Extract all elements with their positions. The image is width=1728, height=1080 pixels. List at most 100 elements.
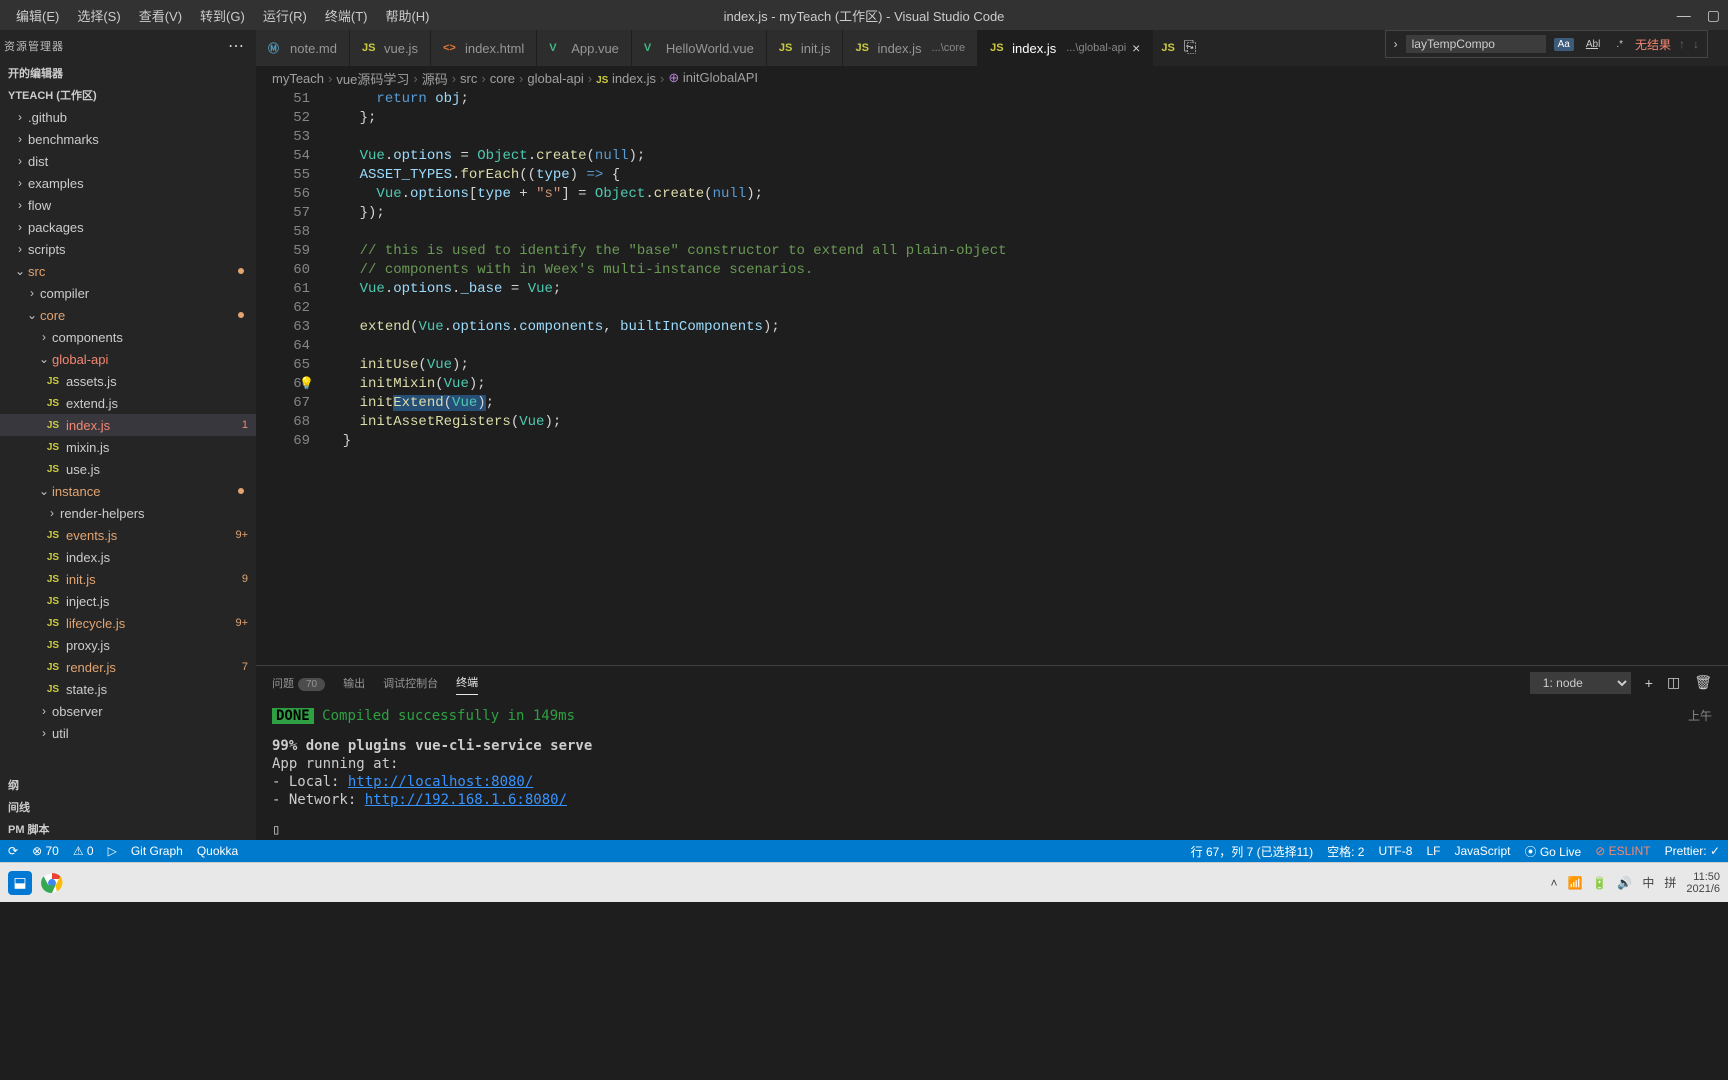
folder-examples[interactable]: ›examples <box>0 172 256 194</box>
timeline-header[interactable]: 间线 <box>0 796 256 818</box>
tab-index-js[interactable]: JSindex.js...\global-api× <box>978 30 1153 66</box>
folder-github[interactable]: ›.github <box>0 106 256 128</box>
panel-tab-terminal[interactable]: 终端 <box>456 670 478 695</box>
wifi-icon[interactable]: 📶 <box>1567 876 1582 890</box>
breadcrumb-item[interactable]: vue源码学习 <box>336 69 409 88</box>
terminal-selector[interactable]: 1: node <box>1530 672 1631 694</box>
npm-scripts-header[interactable]: PM 脚本 <box>0 818 256 840</box>
kill-terminal-icon[interactable]: 🗑 <box>1694 674 1712 691</box>
file-index[interactable]: JSindex.js1 <box>0 414 256 436</box>
lightbulb-icon[interactable]: 💡 <box>299 375 314 394</box>
tab-HelloWorld-vue[interactable]: VHelloWorld.vue <box>632 30 767 66</box>
file-mixin[interactable]: JSmixin.js <box>0 436 256 458</box>
menu-edit[interactable]: 编辑(E) <box>8 2 67 29</box>
git-graph-button[interactable]: Git Graph <box>131 844 183 858</box>
menu-help[interactable]: 帮助(H) <box>377 2 437 29</box>
breadcrumb-item[interactable]: ⊕ initGlobalAPI <box>668 70 758 86</box>
folder-instance[interactable]: ⌄instance <box>0 480 256 502</box>
file-extend[interactable]: JSextend.js <box>0 392 256 414</box>
maximize-icon[interactable]: ▢ <box>1707 7 1720 24</box>
folder-render-helpers[interactable]: ›render-helpers <box>0 502 256 524</box>
tab-index-js[interactable]: JSindex.js...\core <box>843 30 978 66</box>
folder-scripts[interactable]: ›scripts <box>0 238 256 260</box>
new-terminal-icon[interactable]: + <box>1645 675 1653 691</box>
tab-init-js[interactable]: JSinit.js <box>767 30 844 66</box>
breadcrumb-item[interactable]: myTeach <box>272 71 324 86</box>
menu-selection[interactable]: 选择(S) <box>69 2 128 29</box>
folder-src[interactable]: ⌄src <box>0 260 256 282</box>
code-editor[interactable]: 51525354555657585960616263646566💡676869 … <box>256 90 1728 665</box>
chevron-right-icon[interactable]: › <box>1394 37 1398 51</box>
menu-run[interactable]: 运行(R) <box>255 2 315 29</box>
open-editors-header[interactable]: 开的编辑器 <box>0 62 256 84</box>
find-input[interactable] <box>1406 35 1546 53</box>
match-case-icon[interactable]: Aa <box>1554 38 1574 51</box>
panel-tab-output[interactable]: 输出 <box>343 671 365 695</box>
quokka-button[interactable]: Quokka <box>197 844 238 858</box>
terminal-content[interactable]: 上午 DONE Compiled successfully in 149ms 9… <box>256 699 1728 847</box>
regex-icon[interactable]: .* <box>1612 38 1627 51</box>
folder-flow[interactable]: ›flow <box>0 194 256 216</box>
file-lifecycle[interactable]: JSlifecycle.js9+ <box>0 612 256 634</box>
folder-packages[interactable]: ›packages <box>0 216 256 238</box>
folder-compiler[interactable]: ›compiler <box>0 282 256 304</box>
network-link[interactable]: http://192.168.1.6:8080/ <box>365 792 567 808</box>
warnings-count[interactable]: ⚠ 0 <box>73 844 94 858</box>
minimize-icon[interactable]: — <box>1677 7 1691 24</box>
clock[interactable]: 11:50 2021/6 <box>1686 871 1720 895</box>
compare-icon[interactable]: ⎘ <box>1184 39 1197 57</box>
panel-tab-problems[interactable]: 问题70 <box>272 671 325 695</box>
folder-dist[interactable]: ›dist <box>0 150 256 172</box>
file-render[interactable]: JSrender.js7 <box>0 656 256 678</box>
tray-chevron-icon[interactable]: ˄ <box>1550 876 1557 890</box>
app-icon-1[interactable]: ⬓ <box>8 871 32 895</box>
file-inject[interactable]: JSinject.js <box>0 590 256 612</box>
debug-icon[interactable]: ▷ <box>108 844 117 858</box>
panel-tab-debug[interactable]: 调试控制台 <box>383 671 438 695</box>
tab-App-vue[interactable]: VApp.vue <box>537 30 632 66</box>
folder-core[interactable]: ⌄core <box>0 304 256 326</box>
errors-count[interactable]: ⊗ 70 <box>32 844 59 858</box>
tab-vue-js[interactable]: JSvue.js <box>350 30 431 66</box>
breadcrumb-item[interactable]: core <box>490 71 515 86</box>
file-proxy[interactable]: JSproxy.js <box>0 634 256 656</box>
volume-icon[interactable]: 🔊 <box>1617 876 1632 890</box>
tab-index-html[interactable]: <>index.html <box>431 30 537 66</box>
breadcrumbs[interactable]: myTeach›vue源码学习›源码›src›core›global-api›J… <box>256 66 1728 90</box>
split-terminal-icon[interactable]: ◫ <box>1667 674 1680 691</box>
find-prev-icon[interactable]: ↑ <box>1679 37 1685 51</box>
chevron-down-icon: ⌄ <box>36 484 52 498</box>
chrome-icon[interactable] <box>40 871 64 895</box>
folder-benchmarks[interactable]: ›benchmarks <box>0 128 256 150</box>
outline-header[interactable]: 纲 <box>0 774 256 796</box>
file-events[interactable]: JSevents.js9+ <box>0 524 256 546</box>
file-index2[interactable]: JSindex.js <box>0 546 256 568</box>
ime-icon[interactable]: 中 <box>1642 874 1654 891</box>
close-icon[interactable]: × <box>1132 40 1140 56</box>
folder-util[interactable]: ›util <box>0 722 256 744</box>
breadcrumb-item[interactable]: 源码 <box>422 69 448 88</box>
find-next-icon[interactable]: ↓ <box>1693 37 1699 51</box>
file-assets[interactable]: JSassets.js <box>0 370 256 392</box>
file-state[interactable]: JSstate.js <box>0 678 256 700</box>
tab-label: HelloWorld.vue <box>666 41 754 56</box>
breadcrumb-item[interactable]: src <box>460 71 477 86</box>
workspace-header[interactable]: YTEACH (工作区) <box>0 84 256 106</box>
menu-terminal[interactable]: 终端(T) <box>317 2 376 29</box>
more-actions-icon[interactable]: ⋯ <box>228 36 244 56</box>
whole-word-icon[interactable]: Abl <box>1582 38 1604 51</box>
breadcrumb-item[interactable]: global-api <box>527 71 583 86</box>
ime2-icon[interactable]: 拼 <box>1664 874 1676 891</box>
folder-global-api[interactable]: ⌄global-api <box>0 348 256 370</box>
file-use[interactable]: JSuse.js <box>0 458 256 480</box>
tab-note-md[interactable]: Ⓜnote.md <box>256 30 350 66</box>
menu-go[interactable]: 转到(G) <box>192 2 253 29</box>
folder-components[interactable]: ›components <box>0 326 256 348</box>
localhost-link[interactable]: http://localhost:8080/ <box>348 774 533 790</box>
menu-view[interactable]: 查看(V) <box>131 2 190 29</box>
file-init[interactable]: JSinit.js9 <box>0 568 256 590</box>
folder-observer[interactable]: ›observer <box>0 700 256 722</box>
battery-icon[interactable]: 🔋 <box>1592 876 1607 890</box>
breadcrumb-item[interactable]: JS index.js <box>596 71 656 86</box>
sync-button[interactable]: ⟳ <box>8 844 18 858</box>
